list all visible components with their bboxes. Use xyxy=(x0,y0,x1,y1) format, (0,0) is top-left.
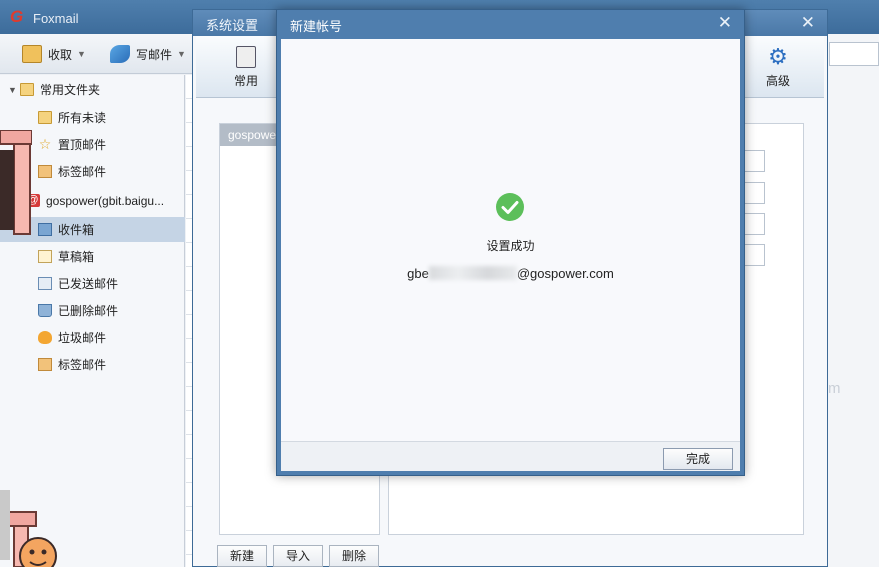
expand-triangle-icon[interactable]: ▼ xyxy=(8,85,18,95)
app-title: Foxmail xyxy=(33,11,79,26)
finish-button[interactable]: 完成 xyxy=(663,448,733,470)
right-panel xyxy=(825,34,879,567)
success-message: 设置成功 xyxy=(486,239,535,253)
folder-icon xyxy=(20,83,34,96)
sent-icon xyxy=(38,277,52,290)
compose-button[interactable]: 写邮件 ▼ xyxy=(110,42,186,66)
sidebar-item-all-unread[interactable]: 所有未读 xyxy=(0,105,185,130)
success-check-icon xyxy=(496,193,524,221)
sidebar-item-label: 标签邮件 xyxy=(58,165,107,179)
sidebar-item-label: 标签邮件 xyxy=(58,358,107,372)
tab-general[interactable]: 常用 xyxy=(216,36,276,98)
receive-mail-icon xyxy=(22,45,42,63)
compose-label: 写邮件 xyxy=(136,47,173,62)
tab-advanced[interactable]: ⚙ 高级 xyxy=(748,36,808,98)
junk-flame-icon xyxy=(38,331,52,344)
sidebar-item-deleted[interactable]: 已删除邮件 xyxy=(0,298,185,323)
new-account-title: 新建帐号 xyxy=(290,19,343,34)
sidebar-item-label: 垃圾邮件 xyxy=(58,331,107,345)
import-button[interactable]: 导入 xyxy=(273,545,324,567)
compose-feather-icon xyxy=(110,45,130,63)
mascot-decoration-bottom xyxy=(0,490,57,567)
right-panel-text: m xyxy=(828,380,841,397)
general-settings-icon xyxy=(236,46,256,68)
account-email: gbe @gospower.com xyxy=(281,266,740,281)
settings-close-icon[interactable]: ✕ xyxy=(801,13,815,33)
email-prefix: gbe xyxy=(407,266,429,281)
sidebar-item-drafts[interactable]: 草稿箱 xyxy=(0,244,185,269)
sidebar-item-tagged-2[interactable]: 标签邮件 xyxy=(0,352,185,377)
folder-icon xyxy=(38,111,52,124)
sidebar-item-label: 已删除邮件 xyxy=(58,304,119,318)
sidebar-item-label: 置顶邮件 xyxy=(58,138,107,152)
tag-icon xyxy=(38,165,52,178)
delete-button[interactable]: 删除 xyxy=(329,545,380,567)
receive-label: 收取 xyxy=(48,47,73,62)
sidebar-item-label: 所有未读 xyxy=(58,111,107,125)
sidebar-item-label: 常用文件夹 xyxy=(40,83,101,97)
main-toolbar: 收取 ▼ 写邮件 ▼ xyxy=(0,34,195,74)
settings-title: 系统设置 xyxy=(206,18,259,33)
sidebar-item-label: 已发送邮件 xyxy=(58,277,119,291)
tag-icon xyxy=(38,358,52,371)
star-icon: ☆ xyxy=(38,136,52,152)
sidebar-item-sent[interactable]: 已发送邮件 xyxy=(0,271,185,296)
mascot-decoration-top xyxy=(0,130,32,235)
sidebar-item-junk[interactable]: 垃圾邮件 xyxy=(0,325,185,350)
new-account-body: 设置成功 gbe @gospower.com xyxy=(281,39,740,441)
receive-dropdown-icon[interactable]: ▼ xyxy=(77,49,86,59)
tab-general-label: 常用 xyxy=(233,74,258,88)
email-domain: @gospower.com xyxy=(516,266,614,281)
inbox-icon xyxy=(38,223,52,236)
receive-button[interactable]: 收取 ▼ xyxy=(22,42,86,66)
foxmail-logo-icon: G xyxy=(10,7,24,26)
email-redacted-blur xyxy=(428,266,517,280)
sidebar-item-common-folders[interactable]: ▼ 常用文件夹 xyxy=(0,77,185,102)
search-input[interactable] xyxy=(829,42,879,66)
sidebar-item-label: gospower(gbit.baigu... xyxy=(46,193,165,208)
new-account-close-icon[interactable]: ✕ xyxy=(718,13,732,33)
sidebar-item-label: 草稿箱 xyxy=(58,250,95,264)
new-account-dialog: 新建帐号 ✕ 设置成功 gbe @gospower.com 完成 xyxy=(276,9,745,476)
sidebar-item-label: 收件箱 xyxy=(58,223,95,237)
tab-advanced-label: 高级 xyxy=(765,74,790,88)
drafts-icon xyxy=(38,250,52,263)
trash-icon xyxy=(38,304,52,317)
new-account-footer: 完成 xyxy=(281,441,740,471)
compose-dropdown-icon[interactable]: ▼ xyxy=(177,49,186,59)
new-account-button[interactable]: 新建 xyxy=(217,545,268,567)
gear-icon: ⚙ xyxy=(768,44,788,69)
